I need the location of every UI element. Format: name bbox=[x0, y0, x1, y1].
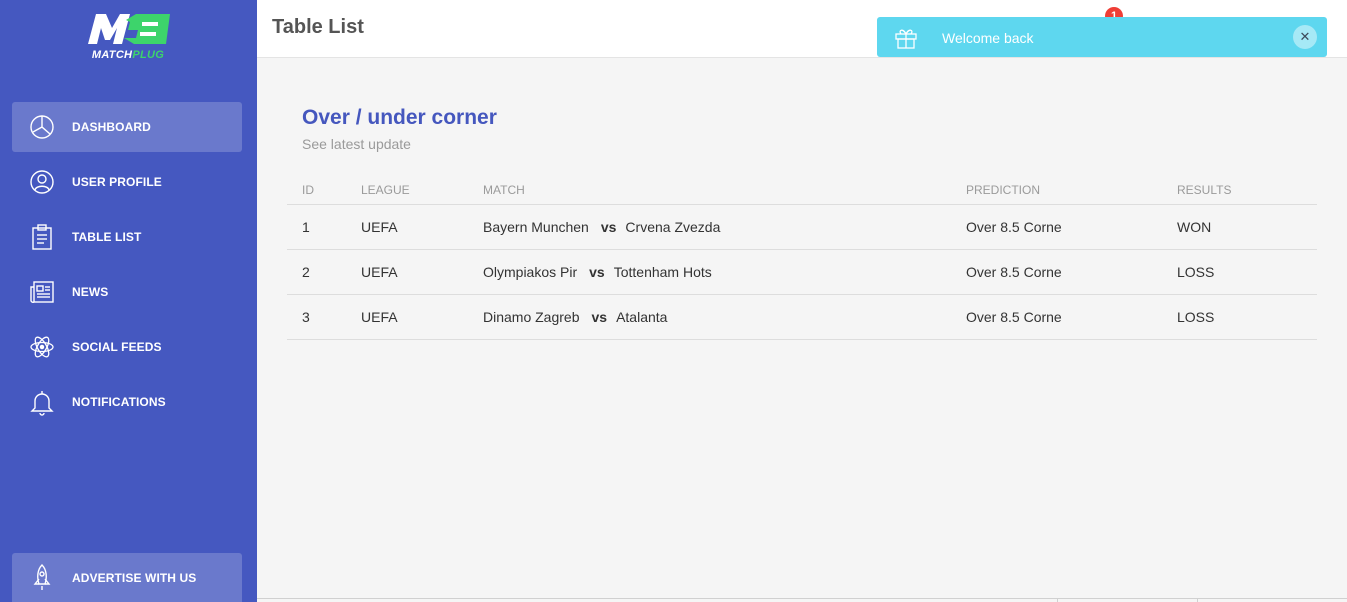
sidebar-item-dashboard[interactable]: DASHBOARD bbox=[12, 102, 242, 152]
cell-league: UEFA bbox=[361, 204, 483, 250]
sidebar-item-label: DASHBOARD bbox=[72, 120, 151, 134]
cell-id: 3 bbox=[287, 294, 361, 340]
sidebar-item-user-profile[interactable]: USER PROFILE bbox=[12, 157, 242, 207]
predictions-table: ID LEAGUE MATCH PREDICTION RESULTS 1 UEF… bbox=[287, 174, 1317, 340]
card-subtitle: See latest update bbox=[302, 136, 411, 152]
matchplug-logo[interactable]: MATCHPLUG bbox=[80, 10, 176, 66]
user-icon bbox=[28, 168, 56, 196]
cell-id: 2 bbox=[287, 249, 361, 295]
logo-mark-icon bbox=[88, 14, 170, 44]
pie-chart-icon bbox=[28, 113, 56, 141]
bottom-divider-tick bbox=[1057, 598, 1058, 602]
sidebar-item-notifications[interactable]: NOTIFICATIONS bbox=[12, 377, 242, 427]
cell-result: LOSS bbox=[1177, 294, 1317, 340]
logo-wordmark: MATCHPLUG bbox=[91, 49, 165, 61]
rocket-icon bbox=[28, 563, 56, 591]
sidebar-nav: DASHBOARD USER PROFILE TABLE LIST NEWS S… bbox=[12, 102, 242, 432]
home-team: Dinamo Zagreb bbox=[483, 308, 580, 325]
column-header-results: RESULTS bbox=[1177, 174, 1317, 205]
gift-icon bbox=[893, 24, 919, 50]
cell-match: Dinamo Zagreb vs Atalanta bbox=[483, 294, 966, 340]
cell-id: 1 bbox=[287, 204, 361, 250]
sidebar-item-label: NOTIFICATIONS bbox=[72, 395, 166, 409]
vs-label: vs bbox=[591, 308, 608, 325]
table-row: 2 UEFA Olympiakos Pir vs Tottenham Hots Ov… bbox=[287, 249, 1317, 295]
cell-league: UEFA bbox=[361, 249, 483, 295]
atom-icon bbox=[28, 333, 56, 361]
sidebar-item-social-feeds[interactable]: SOCIAL FEEDS bbox=[12, 322, 242, 372]
home-team: Bayern Munchen bbox=[483, 218, 589, 235]
cell-prediction: Over 8.5 Corne bbox=[966, 204, 1177, 250]
away-team: Tottenham Hots bbox=[613, 263, 712, 280]
table-header-row: ID LEAGUE MATCH PREDICTION RESULTS bbox=[287, 174, 1317, 205]
close-icon[interactable]: ✕ bbox=[1293, 25, 1317, 49]
table-row: 1 UEFA Bayern Munchen vs Crvena Zvezda Ove… bbox=[287, 204, 1317, 250]
sidebar-item-table-list[interactable]: TABLE LIST bbox=[12, 212, 242, 262]
cell-prediction: Over 8.5 Corne bbox=[966, 294, 1177, 340]
clipboard-icon bbox=[28, 223, 56, 251]
cell-result: WON bbox=[1177, 204, 1317, 250]
welcome-toast: Welcome back ✕ bbox=[877, 17, 1327, 57]
newspaper-icon bbox=[28, 278, 56, 306]
sidebar-item-news[interactable]: NEWS bbox=[12, 267, 242, 317]
vs-label: vs bbox=[589, 263, 605, 280]
home-team: Olympiakos Pir bbox=[483, 263, 578, 280]
bottom-divider-tick bbox=[1197, 598, 1198, 602]
table-row: 3 UEFA Dinamo Zagreb vs Atalanta Over 8.5 … bbox=[287, 294, 1317, 340]
bottom-divider bbox=[257, 598, 1347, 599]
column-header-prediction: PREDICTION bbox=[966, 174, 1177, 205]
cell-match: Olympiakos Pir vs Tottenham Hots bbox=[483, 249, 966, 295]
cell-result: LOSS bbox=[1177, 249, 1317, 295]
bell-icon bbox=[28, 388, 56, 416]
sidebar-item-label: USER PROFILE bbox=[72, 175, 162, 189]
sidebar-item-label: TABLE LIST bbox=[72, 230, 142, 244]
toast-message: Welcome back bbox=[942, 30, 1034, 46]
away-team: Crvena Zvezda bbox=[625, 218, 721, 235]
cell-league: UEFA bbox=[361, 294, 483, 340]
column-header-league: LEAGUE bbox=[361, 174, 483, 205]
sidebar-item-label: NEWS bbox=[72, 285, 109, 299]
column-header-id: ID bbox=[287, 174, 361, 205]
advertise-with-us-button[interactable]: ADVERTISE WITH US bbox=[12, 553, 242, 602]
page-title: Table List bbox=[272, 16, 364, 38]
sidebar-item-label: SOCIAL FEEDS bbox=[72, 340, 162, 354]
advertise-label: ADVERTISE WITH US bbox=[72, 571, 197, 585]
sidebar: MATCHPLUG DASHBOARD USER PROFILE TABLE L… bbox=[0, 0, 257, 602]
vs-label: vs bbox=[600, 218, 617, 235]
cell-match: Bayern Munchen vs Crvena Zvezda bbox=[483, 204, 966, 250]
card-title: Over / under corner bbox=[302, 106, 497, 129]
column-header-match: MATCH bbox=[483, 174, 966, 205]
away-team: Atalanta bbox=[616, 308, 668, 325]
cell-prediction: Over 8.5 Corne bbox=[966, 249, 1177, 295]
